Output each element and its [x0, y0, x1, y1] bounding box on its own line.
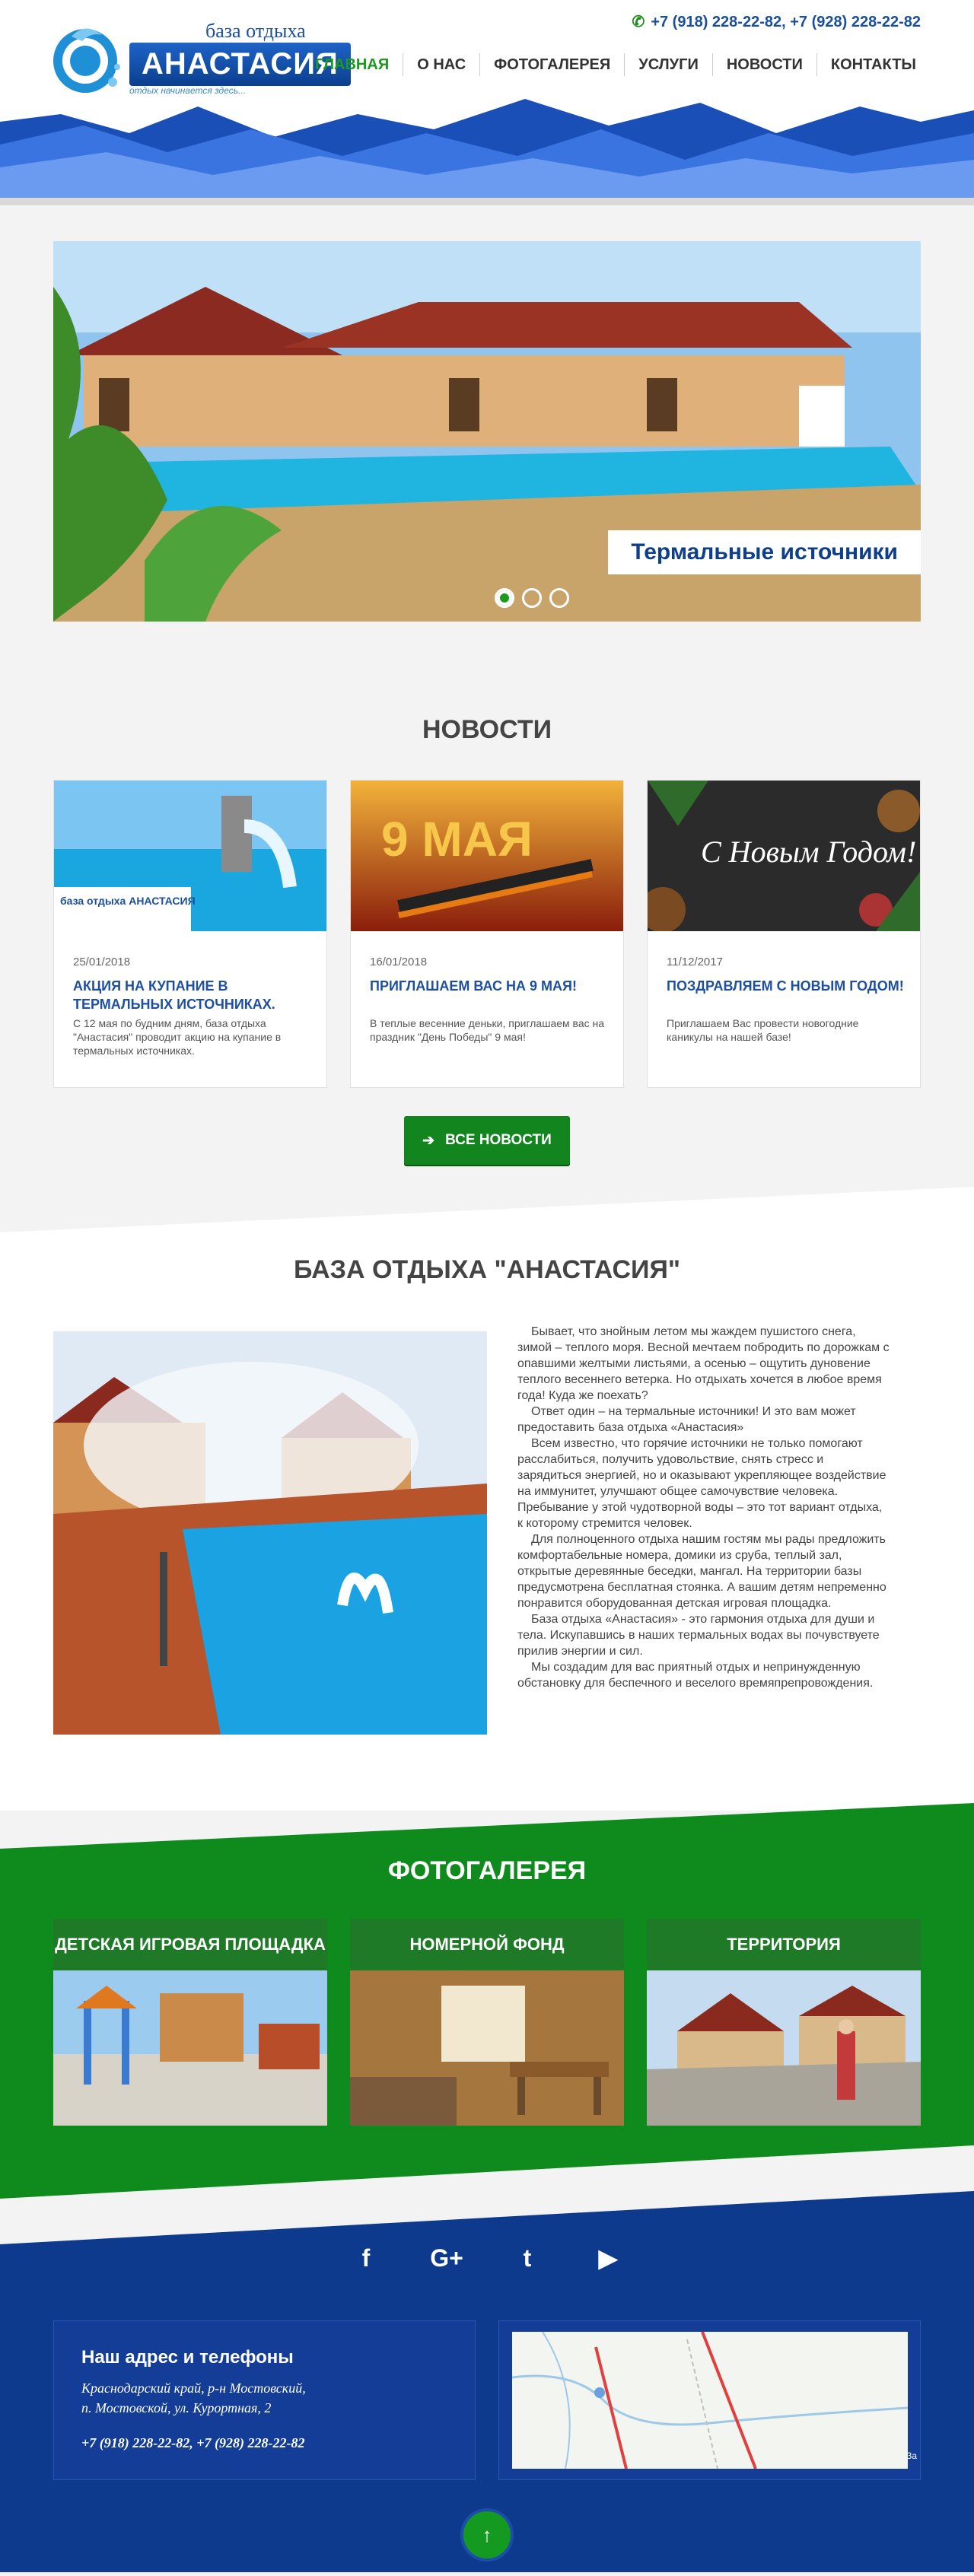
footer-phones[interactable]: +7 (918) 228-22-82, +7 (928) 228-22-82	[81, 2435, 304, 2451]
twitter-icon[interactable]: t	[510, 2240, 545, 2275]
phone-icon: ✆	[632, 14, 645, 30]
about-paragraph: Всем известно, что горячие источники не …	[517, 1437, 886, 1530]
youtube-icon[interactable]: ▶	[590, 2240, 625, 2275]
slide-caption: Термальные источники	[608, 530, 921, 574]
address-line: Краснодарский край, р-н Мостовский,	[81, 2380, 306, 2396]
about-title: БАЗА ОТДЫХА "АНАСТАСИЯ"	[293, 1255, 681, 1284]
news-title[interactable]: АКЦИЯ НА КУПАНИЕ В ТЕРМАЛЬНЫХ ИСТОЧНИКАХ…	[73, 977, 313, 1013]
gallery-image	[53, 1970, 327, 2126]
mountains-decoration	[0, 99, 974, 205]
all-news-button[interactable]: ➔ ВСЕ НОВОСТИ	[404, 1116, 570, 1165]
slider-dot[interactable]	[549, 588, 569, 608]
news-title[interactable]: ПРИГЛАШАЕМ ВАС НА 9 МАЯ!	[370, 977, 610, 995]
news-image: 9 МАЯ	[351, 781, 623, 931]
map-box: За	[498, 2320, 921, 2480]
about-text: Бывает, что знойным летом мы жаждем пуши…	[517, 1324, 890, 1691]
about-paragraph: Мы создадим для вас приятный отдых и неп…	[517, 1661, 874, 1690]
logo-subtitle: база отдыха	[205, 20, 306, 42]
header-phone-numbers: +7 (918) 228-22-82, +7 (928) 228-22-82	[651, 14, 921, 30]
gallery-image	[647, 1970, 921, 2126]
main-nav: ГЛАВНАЯ О НАС ФОТОГАЛЕРЕЯ УСЛУГИ НОВОСТИ…	[301, 53, 930, 76]
address-box: Наш адрес и телефоны Краснодарский край,…	[53, 2320, 476, 2480]
logo-drop-icon	[53, 28, 120, 93]
gallery-card-label: ДЕТСКАЯ ИГРОВАЯ ПЛОЩАДКА	[53, 1919, 327, 1970]
site-header: база отдыха АНАСТАСИЯ отдых начинается з…	[0, 0, 974, 205]
news-card[interactable]: 9 МАЯ 16/01/2018 ПРИГЛАШАЕМ ВАС НА 9 МАЯ…	[350, 780, 624, 1088]
gallery-card[interactable]: НОМЕРНОЙ ФОНД	[350, 1919, 624, 2126]
about-paragraph: Для полноценного отдыха нашим гостям мы …	[517, 1533, 886, 1610]
scroll-up-button[interactable]: ↑	[460, 2508, 514, 2562]
about-paragraph: База отдыха «Анастасия» - это гармония о…	[517, 1613, 880, 1658]
nav-item-news[interactable]: НОВОСТИ	[711, 53, 816, 76]
news-text: В теплые весенние деньки, приглашаем вас…	[370, 1017, 605, 1043]
nav-item-gallery[interactable]: ФОТОГАЛЕРЕЯ	[479, 53, 624, 76]
news-text: Приглашаем Вас провести новогодние каник…	[667, 1017, 859, 1043]
slider-dot[interactable]	[522, 588, 542, 608]
about-image	[53, 1331, 487, 1735]
news-date: 16/01/2018	[370, 956, 428, 968]
hero-section: Термальные источники	[0, 205, 974, 662]
address-title: Наш адрес и телефоны	[81, 2347, 294, 2368]
arrow-right-icon: ➔	[422, 1132, 435, 1149]
about-paragraph: Бывает, что знойным летом мы жаждем пуши…	[517, 1325, 890, 1402]
slider-dot[interactable]	[495, 588, 514, 608]
gallery-card-label: НОМЕРНОЙ ФОНД	[350, 1919, 624, 1970]
news-image-text: С Новым Годом!	[701, 835, 917, 869]
news-image: С Новым Годом!	[648, 781, 920, 931]
nav-item-contacts[interactable]: КОНТАКТЫ	[816, 53, 930, 76]
news-image-badge: база отдыха АНАСТАСИЯ	[60, 895, 196, 907]
about-section: БАЗА ОТДЫХА "АНАСТАСИЯ" Бывает, что зной…	[0, 1187, 974, 1811]
address-line: п. Мостовской, ул. Курортная, 2	[81, 2400, 272, 2415]
nav-item-home[interactable]: ГЛАВНАЯ	[301, 53, 403, 76]
news-section-title: НОВОСТИ	[422, 715, 552, 744]
gallery-section: ФОТОГАЛЕРЕЯ ДЕТСКАЯ ИГРОВАЯ ПЛОЩАДКА НОМ…	[0, 1803, 974, 2199]
about-top-slant	[0, 1187, 974, 1232]
news-date: 25/01/2018	[73, 956, 131, 968]
gallery-title: ФОТОГАЛЕРЕЯ	[387, 1856, 587, 1885]
all-news-label: ВСЕ НОВОСТИ	[445, 1132, 552, 1148]
gallery-card[interactable]: ТЕРРИТОРИЯ	[647, 1919, 921, 2126]
news-date: 11/12/2017	[667, 956, 723, 968]
gallery-card-label: ТЕРРИТОРИЯ	[647, 1919, 921, 1970]
header-phones[interactable]: ✆ +7 (918) 228-22-82, +7 (928) 228-22-82	[632, 12, 921, 31]
news-card[interactable]: С Новым Годом! 11/12/2017 ПОЗДРАВЛЯЕМ С …	[647, 780, 921, 1088]
nav-item-about[interactable]: О НАС	[403, 53, 479, 76]
about-paragraph: Ответ один – на термальные источники! И …	[517, 1405, 856, 1434]
nav-item-services[interactable]: УСЛУГИ	[624, 53, 712, 76]
gallery-image	[350, 1970, 624, 2126]
map-widget[interactable]	[512, 2332, 908, 2469]
news-image: база отдыха АНАСТАСИЯ	[54, 781, 326, 931]
news-text: С 12 мая по будним дням, база отдыха "Ан…	[73, 1017, 282, 1057]
site-logo[interactable]: база отдыха АНАСТАСИЯ отдых начинается з…	[46, 17, 351, 100]
news-card[interactable]: база отдыха АНАСТАСИЯ 25/01/2018 АКЦИЯ Н…	[53, 780, 327, 1088]
facebook-icon[interactable]: f	[349, 2240, 384, 2275]
arrow-up-icon: ↑	[482, 2523, 492, 2546]
news-title[interactable]: ПОЗДРАВЛЯЕМ С НОВЫМ ГОДОМ!	[667, 977, 906, 995]
news-image-text: 9 МАЯ	[381, 812, 533, 867]
social-links: f G+ t ▶	[0, 2240, 974, 2275]
hero-slider[interactable]: Термальные источники	[53, 241, 921, 622]
gallery-card[interactable]: ДЕТСКАЯ ИГРОВАЯ ПЛОЩАДКА	[53, 1919, 327, 2126]
google-plus-icon[interactable]: G+	[429, 2240, 464, 2275]
slider-dots	[495, 588, 569, 608]
map-corner-label: За	[906, 2450, 917, 2461]
